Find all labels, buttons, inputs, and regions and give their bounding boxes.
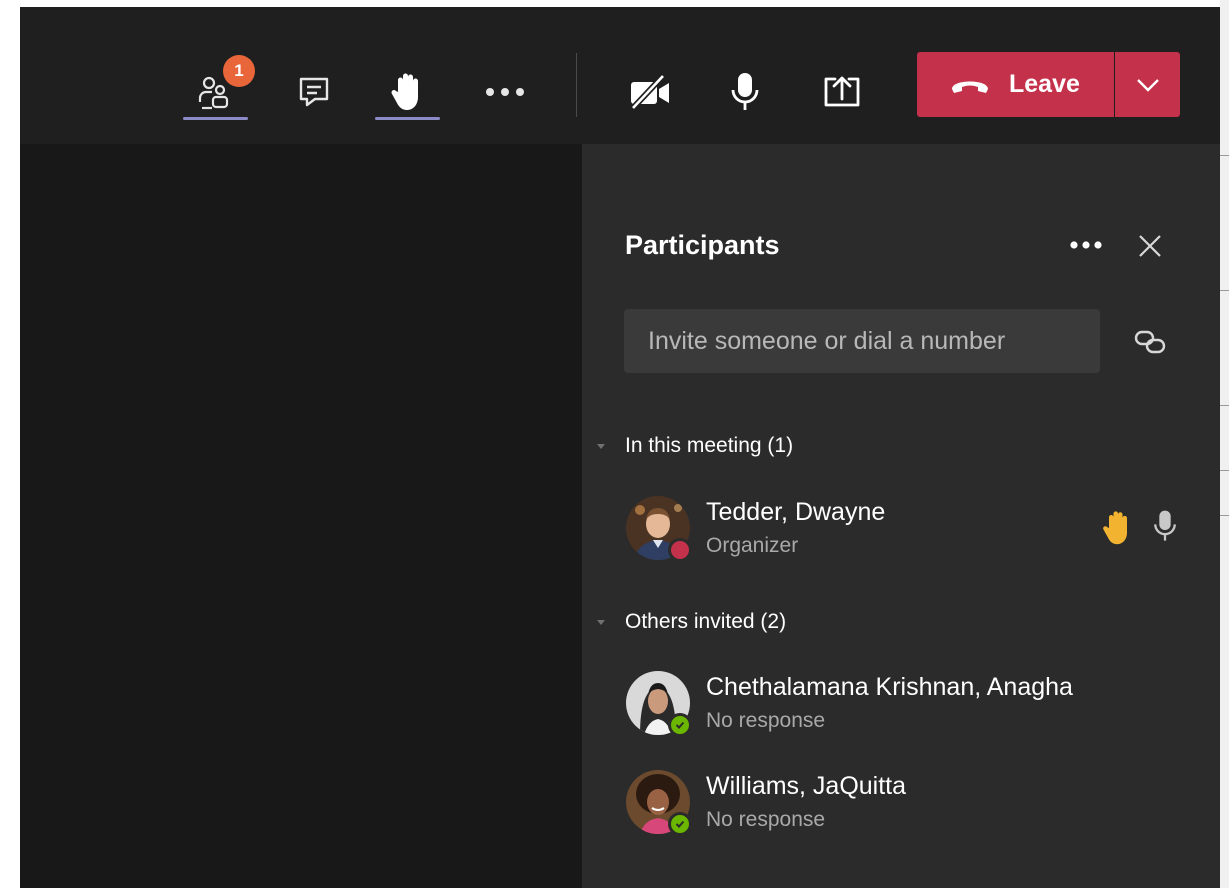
chevron-down-icon (1136, 78, 1159, 92)
share-screen-icon (824, 76, 860, 107)
participant-item[interactable]: Williams, JaQuitta No response (626, 770, 1186, 840)
participant-role: No response (706, 709, 826, 732)
more-options-icon (1070, 241, 1102, 249)
link-icon (1134, 330, 1166, 354)
section-title: Others invited (2) (625, 610, 787, 633)
window-right-edge (1220, 0, 1229, 888)
share-invite-link-button[interactable] (1130, 326, 1170, 358)
meeting-toolbar: 1 Leave (20, 7, 1220, 144)
caret-down-icon (597, 444, 605, 449)
participants-active-indicator (183, 117, 248, 120)
toolbar-divider (576, 53, 577, 117)
participant-name: Tedder, Dwayne (706, 498, 886, 526)
microphone-icon[interactable] (1152, 508, 1178, 544)
check-icon (675, 820, 685, 828)
close-icon (1139, 235, 1161, 257)
participants-count-badge: 1 (223, 55, 255, 87)
section-title: In this meeting (1) (625, 434, 794, 457)
hand-icon (391, 73, 418, 110)
section-in-meeting[interactable]: In this meeting (1) (596, 426, 793, 466)
panel-more-options-button[interactable] (1066, 230, 1106, 260)
caret-down-icon (597, 620, 605, 625)
window-top-edge (0, 0, 1229, 7)
raise-hand-button[interactable] (378, 62, 438, 122)
phone-hangup-icon (952, 81, 988, 93)
status-available-indicator (668, 812, 692, 836)
status-busy-indicator (668, 538, 692, 562)
chat-button[interactable] (284, 62, 344, 122)
raised-hand-icon (1103, 511, 1127, 545)
more-actions-button[interactable] (475, 62, 535, 122)
participant-item[interactable]: Chethalamana Krishnan, Anagha No respons… (626, 671, 1186, 741)
panel-close-button[interactable] (1132, 228, 1168, 264)
more-options-icon (486, 88, 524, 96)
camera-toggle-button[interactable] (620, 62, 680, 122)
camera-off-icon (630, 74, 669, 110)
participant-item[interactable]: Tedder, Dwayne Organizer (626, 496, 1186, 566)
share-screen-button[interactable] (812, 62, 872, 122)
check-icon (675, 721, 685, 729)
section-others-invited[interactable]: Others invited (2) (596, 602, 786, 642)
invite-input[interactable] (624, 309, 1100, 373)
participant-name: Chethalamana Krishnan, Anagha (706, 673, 1073, 701)
microphone-toggle-button[interactable] (715, 62, 775, 122)
status-available-indicator (668, 713, 692, 737)
participant-role: No response (706, 808, 826, 831)
leave-label: Leave (1009, 70, 1080, 98)
leave-options-button[interactable] (1115, 52, 1180, 117)
participant-role: Organizer (706, 534, 799, 557)
chat-icon (299, 77, 329, 107)
participant-name: Williams, JaQuitta (706, 772, 907, 800)
meeting-stage (20, 144, 582, 888)
window-left-edge (0, 0, 20, 888)
leave-button[interactable]: Leave (917, 52, 1114, 117)
raise-hand-active-indicator (375, 117, 440, 120)
participants-panel: Participants In this meeting (1) (582, 144, 1220, 888)
microphone-icon (731, 73, 759, 110)
panel-title: Participants (625, 230, 780, 260)
